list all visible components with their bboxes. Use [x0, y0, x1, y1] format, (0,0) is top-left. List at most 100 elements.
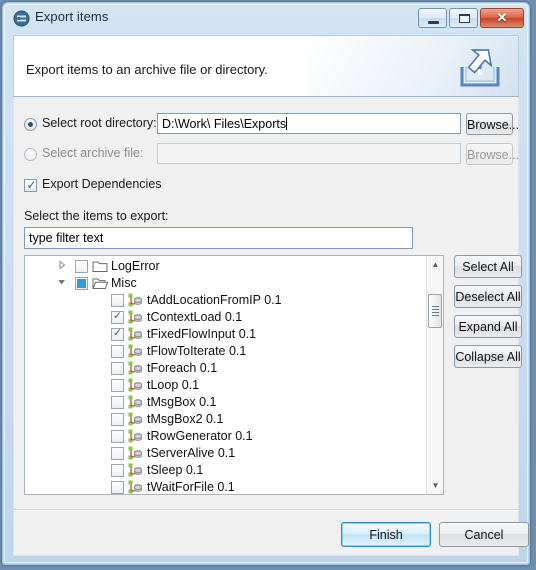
finish-button[interactable]: Finish [341, 522, 431, 547]
select-root-directory-label: Select root directory: [42, 116, 157, 130]
tree-item-label: tFixedFlowInput 0.1 [147, 327, 257, 341]
component-icon [128, 293, 144, 308]
deselect-all-button[interactable]: Deselect All [454, 285, 522, 308]
tree-row[interactable]: LogError [25, 258, 425, 275]
minimize-button[interactable] [418, 8, 447, 28]
expand-arrow-icon[interactable] [57, 275, 67, 292]
export-arrow-icon [454, 43, 506, 91]
filter-input[interactable]: type filter text [24, 227, 413, 249]
select-root-directory-radio[interactable] [24, 118, 37, 131]
tree-item-checkbox[interactable]: ✓ [111, 327, 124, 341]
check-icon: ✓ [26, 178, 37, 192]
component-icon [128, 344, 144, 359]
export-dependencies-label: Export Dependencies [42, 177, 162, 191]
tree-item-label: tWaitForFile 0.1 [147, 480, 235, 494]
tree-scroll-area: LogError Misc tAddLocationFromIP 0.1 ✓ tCont… [25, 256, 425, 494]
scroll-down-button[interactable]: ▼ [427, 477, 443, 494]
tree-row[interactable]: ✓ tContextLoad 0.1 [25, 309, 425, 326]
tree-item-checkbox[interactable] [111, 413, 124, 426]
tree-vertical-scrollbar[interactable]: ▲ ▼ [426, 256, 443, 494]
tree-row[interactable]: tWaitForFile 0.1 [25, 479, 425, 494]
component-icon [128, 327, 144, 342]
tree-item-checkbox[interactable] [111, 464, 124, 477]
select-all-button[interactable]: Select All [454, 255, 522, 278]
archive-file-input[interactable] [157, 143, 461, 164]
tree-item-checkbox[interactable] [111, 379, 124, 392]
scroll-thumb[interactable] [428, 294, 442, 328]
tree-item-checkbox[interactable] [111, 345, 124, 358]
browse-root-directory-button[interactable]: Browse... [466, 113, 519, 135]
title-bar[interactable]: Export items ✕ [3, 3, 529, 33]
tree-row[interactable]: tForeach 0.1 [25, 360, 425, 377]
component-icon [128, 395, 144, 410]
dialog-body: Select root directory: D:\Work\ Files\Ex… [13, 97, 522, 509]
component-icon [128, 412, 144, 427]
close-button[interactable]: ✕ [480, 8, 524, 28]
browse-archive-file-button[interactable]: Browse... [466, 143, 519, 165]
component-icon [128, 446, 144, 461]
tree-row[interactable]: tAddLocationFromIP 0.1 [25, 292, 425, 309]
scroll-up-button[interactable]: ▲ [427, 256, 443, 273]
dialog-footer: Finish Cancel [13, 509, 529, 556]
tree-item-label: tRowGenerator 0.1 [147, 429, 253, 443]
tree-item-checkbox[interactable] [111, 430, 124, 443]
tree-row[interactable]: tMsgBox2 0.1 [25, 411, 425, 428]
check-icon: ✓ [112, 310, 123, 322]
tree-item-label: tServerAlive 0.1 [147, 446, 236, 460]
expand-all-button[interactable]: Expand All [454, 315, 522, 338]
tree-row[interactable]: tRowGenerator 0.1 [25, 428, 425, 445]
select-archive-file-radio[interactable] [24, 148, 37, 161]
collapse-arrow-icon[interactable] [57, 258, 67, 275]
tree-row[interactable]: ✓ tFixedFlowInput 0.1 [25, 326, 425, 343]
folder-open-icon [92, 276, 109, 291]
tree-row[interactable]: tFlowToIterate 0.1 [25, 343, 425, 360]
text-caret [286, 117, 288, 130]
tree-item-checkbox[interactable] [75, 260, 88, 273]
tree-item-checkbox[interactable] [111, 294, 124, 307]
tree-item-label: Misc [111, 276, 137, 290]
component-icon [128, 361, 144, 376]
tree-row[interactable]: Misc [25, 275, 425, 292]
component-icon [128, 480, 144, 494]
tree-item-checkbox[interactable] [75, 277, 88, 290]
tree-row[interactable]: tMsgBox 0.1 [25, 394, 425, 411]
tree-item-checkbox[interactable] [111, 447, 124, 460]
window-title: Export items [35, 9, 109, 24]
collapse-all-button[interactable]: Collapse All [454, 345, 522, 368]
select-archive-file-label: Select archive file: [42, 146, 144, 160]
tree-item-checkbox[interactable]: ✓ [111, 310, 124, 324]
tree-row[interactable]: tServerAlive 0.1 [25, 445, 425, 462]
export-items-dialog: Export items ✕ Export items to an archiv… [2, 2, 530, 565]
tree-item-checkbox[interactable] [111, 481, 124, 494]
tree-heading: Select the items to export: [24, 209, 169, 223]
scroll-grip-icon [432, 306, 439, 316]
header-description: Export items to an archive file or direc… [26, 62, 268, 77]
export-app-icon [13, 10, 30, 27]
tree-row[interactable]: tSleep 0.1 [25, 462, 425, 479]
tree-item-label: tLoop 0.1 [147, 378, 200, 392]
tree-item-checkbox[interactable] [111, 362, 124, 375]
root-directory-value: D:\Work\ Files\Exports [162, 117, 287, 131]
dialog-header: Export items to an archive file or direc… [13, 35, 519, 97]
maximize-button[interactable] [449, 8, 478, 28]
minimize-icon [428, 21, 439, 24]
component-icon [128, 429, 144, 444]
folder-closed-icon [92, 259, 108, 274]
tree-item-label: tSleep 0.1 [147, 463, 204, 477]
close-icon: ✕ [496, 10, 508, 25]
tree-item-label: tFlowToIterate 0.1 [147, 344, 247, 358]
root-directory-input[interactable]: D:\Work\ Files\Exports [157, 113, 461, 134]
check-icon: ✓ [112, 327, 123, 339]
items-tree[interactable]: LogError Misc tAddLocationFromIP 0.1 ✓ tCont… [24, 255, 444, 495]
component-icon [128, 378, 144, 393]
component-icon [128, 463, 144, 478]
tree-item-checkbox[interactable] [111, 396, 124, 409]
tree-item-label: tAddLocationFromIP 0.1 [147, 293, 282, 307]
tree-item-label: tForeach 0.1 [147, 361, 218, 375]
cancel-button[interactable]: Cancel [439, 522, 529, 547]
export-dependencies-checkbox[interactable]: ✓ [24, 179, 37, 192]
tree-item-label: tMsgBox 0.1 [147, 395, 217, 409]
tree-item-label: tContextLoad 0.1 [147, 310, 243, 324]
window-controls: ✕ [418, 8, 524, 28]
tree-row[interactable]: tLoop 0.1 [25, 377, 425, 394]
